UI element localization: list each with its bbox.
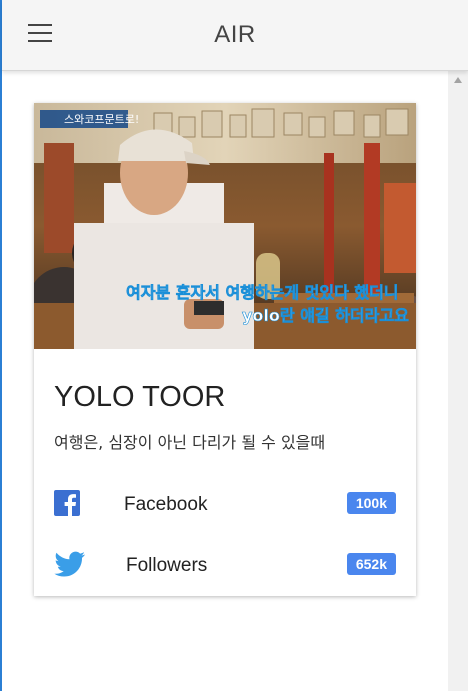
- facebook-label: Facebook: [124, 494, 208, 515]
- followers-label: Followers: [126, 555, 208, 576]
- scroll-up-arrow-icon[interactable]: [454, 77, 462, 83]
- card-subtitle: 여행은, 심장이 아닌 다리가 될 수 있을때: [54, 433, 326, 452]
- vertical-scrollbar[interactable]: [448, 71, 468, 691]
- app-bar: AIR: [2, 0, 468, 71]
- facebook-icon: [54, 490, 80, 516]
- card-title: YOLO TOOR: [54, 381, 226, 413]
- profile-card: 스와코프문트로! 여자분 혼자서 여행하는게 멋있다 했더니 yolo란 얘길 …: [34, 103, 416, 596]
- followers-count-badge: 652k: [346, 553, 396, 575]
- image-subtitle-line2: yolo란 얘길 하더라고요: [242, 306, 409, 325]
- social-row-followers[interactable]: Followers 652k: [34, 545, 416, 585]
- twitter-icon: [54, 551, 86, 577]
- social-row-facebook[interactable]: Facebook 100k: [34, 484, 416, 524]
- card-image: 스와코프문트로! 여자분 혼자서 여행하는게 멋있다 했더니 yolo란 얘길 …: [34, 103, 416, 349]
- facebook-count-badge: 100k: [346, 492, 396, 514]
- image-caption-top: 스와코프문트로!: [64, 113, 139, 126]
- window-left-edge: [0, 0, 2, 691]
- app-title: AIR: [214, 21, 256, 48]
- image-subtitle-line1: 여자분 혼자서 여행하는게 멋있다 했더니: [126, 283, 399, 302]
